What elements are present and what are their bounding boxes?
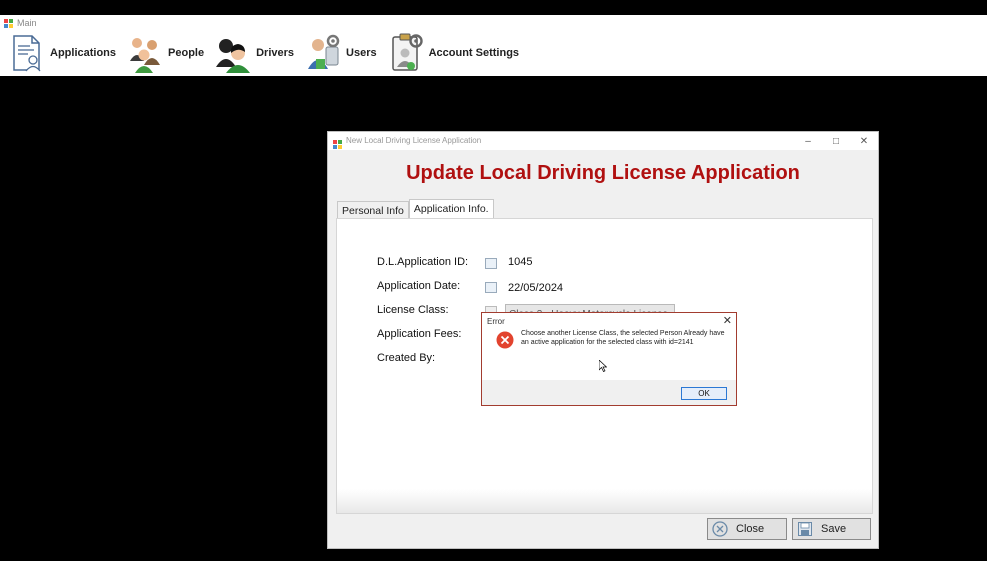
close-icon: ✕ [859,135,869,147]
dialog-app-icon [333,136,342,149]
menu-item-account-settings[interactable]: Account Settings [387,32,519,74]
mouse-cursor-icon [599,360,607,372]
license-class-label: License Class: [377,304,449,316]
close-window-button[interactable]: ✕ [850,132,878,150]
error-icon [496,331,514,349]
dialog-heading: Update Local Driving License Application [406,162,800,184]
app-date-value: 22/05/2024 [508,282,564,294]
panel-footer-gradient [337,489,872,513]
close-button[interactable]: Close [707,518,787,540]
save-button[interactable]: Save [792,518,871,540]
maximize-button[interactable]: □ [822,132,850,150]
menu-item-users[interactable]: Users [304,32,377,74]
screen-top-bar [0,0,987,15]
save-icon [798,522,812,536]
app-date-label: Application Date: [377,280,461,292]
main-menu: Applications People Drivers Users Accoun… [8,32,529,74]
users-gear-icon [308,34,340,69]
id-card-icon [485,258,497,269]
error-message: Choose another License Class, the select… [521,330,725,346]
dialog-titlebar: New Local Driving License Application – … [328,132,878,150]
error-titlebar: Error ✕ [482,313,736,330]
menu-item-applications[interactable]: Applications [8,32,116,74]
menu-label-users: Users [346,47,377,59]
menu-label-people: People [168,47,205,59]
app-id-label: D.L.Application ID: [377,256,469,268]
menu-item-people[interactable]: People [126,32,204,74]
people-icon [130,38,161,73]
menu-label-drivers: Drivers [256,47,295,59]
app-id-value: 1045 [508,256,533,268]
main-window: Main Applications People Drivers Users A… [0,15,987,76]
maximize-icon: □ [832,135,840,147]
error-close-button[interactable]: ✕ [723,314,732,327]
window-controls: – □ ✕ [794,132,878,150]
ok-button[interactable]: OK [681,387,727,400]
app-icon [4,18,13,28]
tab-application-info[interactable]: Application Info. [408,199,494,220]
minimize-icon: – [805,135,811,147]
close-circle-icon [712,521,728,537]
menu-label-account-settings: Account Settings [428,47,520,59]
main-window-title-text: Main [17,18,37,28]
fees-label: Application Fees: [377,328,462,340]
close-button-label: Close [736,523,765,535]
account-settings-icon [391,33,423,71]
drivers-icon [216,39,251,73]
error-dialog: Error ✕ Choose another License Class, th… [481,312,737,406]
main-window-title: Main [4,16,37,30]
dialog-title: New Local Driving License Application [346,136,482,145]
calendar-icon [485,282,497,293]
document-user-icon [13,35,41,72]
created-by-label: Created By: [377,352,436,364]
error-title: Error [487,317,505,326]
minimize-button[interactable]: – [794,132,822,150]
menu-label-applications: Applications [50,47,117,59]
close-icon: ✕ [722,315,732,327]
menu-item-drivers[interactable]: Drivers [214,32,294,74]
save-button-label: Save [821,523,847,535]
